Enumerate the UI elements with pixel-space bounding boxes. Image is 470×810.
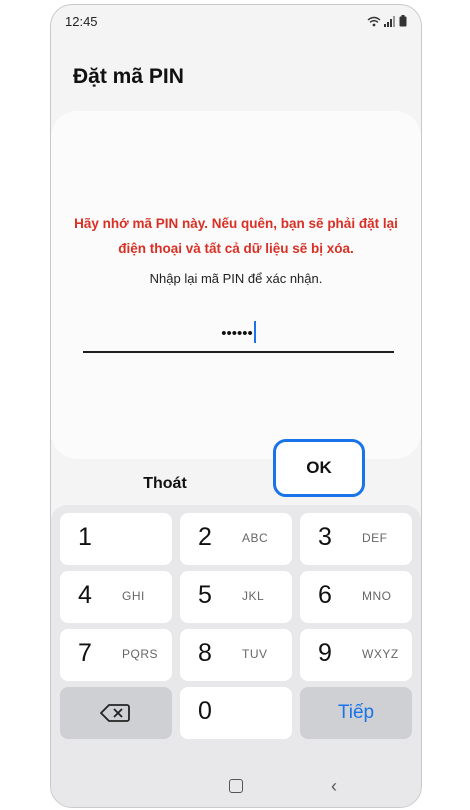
backspace-icon <box>100 704 130 722</box>
key-digit: 5 <box>198 581 212 609</box>
home-icon[interactable] <box>229 779 243 793</box>
key-digit: 6 <box>318 581 332 609</box>
key-letters: ABC <box>242 531 269 545</box>
key-letters: MNO <box>362 589 392 603</box>
signal-icon <box>384 16 395 27</box>
backspace-key[interactable] <box>60 687 172 739</box>
key-3[interactable]: 3 DEF <box>300 513 412 565</box>
wifi-icon <box>367 16 381 27</box>
key-letters: DEF <box>362 531 388 545</box>
pin-card: Hãy nhớ mã PIN này. Nếu quên, bạn sẽ phả… <box>51 111 421 459</box>
warning-line-2: điện thoại và tất cả dữ liệu sẽ bị xóa. <box>118 241 354 256</box>
key-digit: 7 <box>78 639 92 667</box>
page-title: Đặt mã PIN <box>73 65 184 88</box>
warning-line-1: Hãy nhớ mã PIN này. Nếu quên, bạn sẽ phả… <box>74 216 398 231</box>
key-digit: 9 <box>318 639 332 667</box>
next-key[interactable]: Tiếp <box>300 687 412 739</box>
battery-icon <box>399 15 407 27</box>
key-letters: PQRS <box>122 647 159 661</box>
key-2[interactable]: 2 ABC <box>180 513 292 565</box>
status-icons <box>367 15 407 27</box>
key-digit: 2 <box>198 523 212 551</box>
ok-button-focus-ring: OK <box>273 439 365 497</box>
key-9[interactable]: 9 WXYZ <box>300 629 412 681</box>
cancel-button[interactable]: Thoát <box>105 466 225 502</box>
instruction-text: Nhập lại mã PIN để xác nhận. <box>149 271 323 286</box>
pin-masked-value: •••••• <box>221 325 253 342</box>
pin-input[interactable]: •••••• <box>83 317 394 353</box>
key-1[interactable]: 1 <box>60 513 172 565</box>
key-6[interactable]: 6 MNO <box>300 571 412 623</box>
numeric-keypad: 1 2 ABC 3 DEF 4 GHI 5 JKL 6 MNO 7 PQRS 8… <box>51 505 421 807</box>
key-letters: JKL <box>242 589 265 603</box>
key-letters: TUV <box>242 647 268 661</box>
status-bar: 12:45 <box>51 5 421 39</box>
ok-button[interactable]: OK <box>276 442 362 494</box>
warning-text: Hãy nhớ mã PIN này. Nếu quên, bạn sẽ phả… <box>71 211 401 261</box>
key-digit: 4 <box>78 581 92 609</box>
key-digit: 8 <box>198 639 212 667</box>
key-letters: WXYZ <box>362 647 399 661</box>
next-key-label: Tiếp <box>337 702 375 723</box>
key-digit: 1 <box>78 523 92 551</box>
key-0[interactable]: 0 <box>180 687 292 739</box>
key-4[interactable]: 4 GHI <box>60 571 172 623</box>
phone-frame: 12:45 Đặt mã PIN Hãy nhớ mã PIN này. Nếu… <box>50 4 422 808</box>
text-caret <box>253 321 256 343</box>
key-8[interactable]: 8 TUV <box>180 629 292 681</box>
status-time: 12:45 <box>65 14 98 29</box>
key-digit: 3 <box>318 523 332 551</box>
navigation-bar: ‹ <box>51 767 421 807</box>
keypad-grid: 1 2 ABC 3 DEF 4 GHI 5 JKL 6 MNO 7 PQRS 8… <box>60 513 412 739</box>
back-icon[interactable]: ‹ <box>331 777 337 795</box>
key-digit: 0 <box>198 697 212 725</box>
key-letters: GHI <box>122 589 145 603</box>
key-5[interactable]: 5 JKL <box>180 571 292 623</box>
key-7[interactable]: 7 PQRS <box>60 629 172 681</box>
